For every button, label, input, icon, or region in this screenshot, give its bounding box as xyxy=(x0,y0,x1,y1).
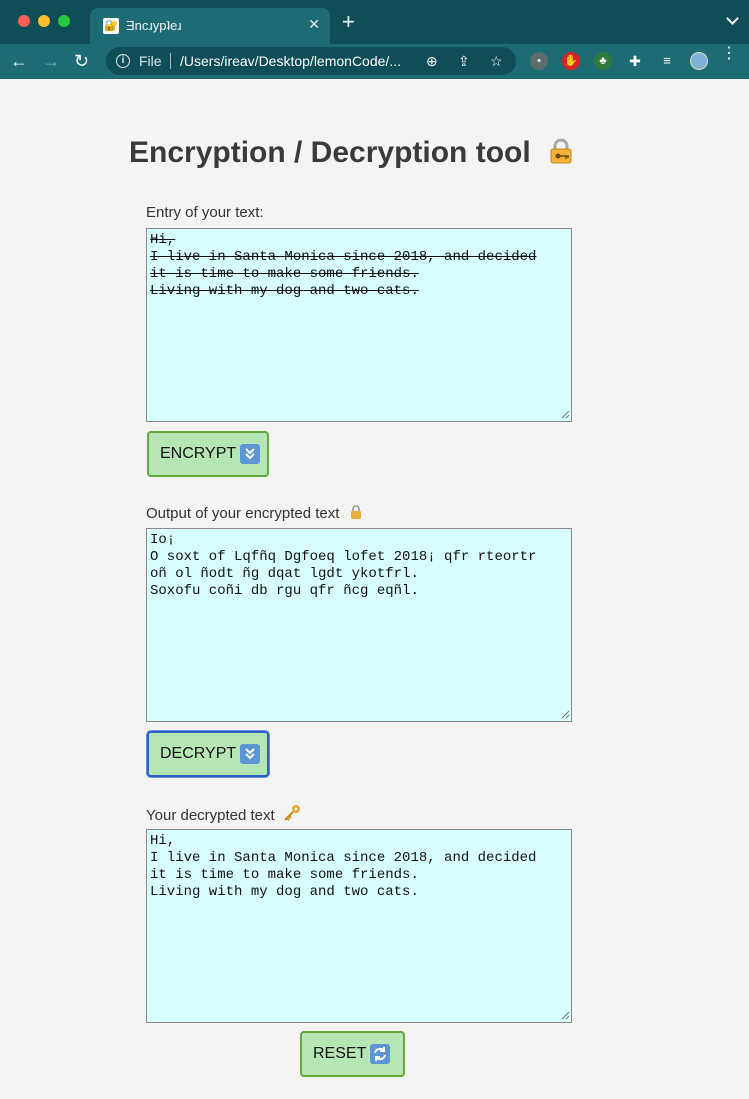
back-button[interactable]: ← xyxy=(10,50,28,72)
resize-grip-icon[interactable] xyxy=(561,710,570,719)
new-tab-button[interactable]: + xyxy=(342,11,355,33)
output-textarea[interactable] xyxy=(146,528,572,722)
output-label: Output of your encrypted text xyxy=(146,504,364,522)
address-url[interactable]: /Users/ireav/Desktop/lemonCode/... xyxy=(180,53,415,69)
minimize-window-button[interactable] xyxy=(38,15,50,27)
page-title: Encryption / Decryption tool xyxy=(129,136,575,170)
bookmark-star-icon[interactable]: ☆ xyxy=(490,52,503,70)
lock-with-key-icon xyxy=(547,137,575,165)
down-arrows-icon xyxy=(240,444,261,464)
profile-avatar[interactable] xyxy=(690,52,708,70)
tree-extension-icon[interactable]: ♣ xyxy=(594,52,612,70)
resize-grip-icon[interactable] xyxy=(561,1011,570,1020)
maximize-window-button[interactable] xyxy=(58,15,70,27)
tab-close-icon[interactable]: ✕ xyxy=(308,16,320,33)
key-icon xyxy=(283,804,300,821)
extensions-puzzle-icon[interactable]: ✚ xyxy=(626,52,644,70)
browser-tab[interactable]: 🔐 Ǝncɹypʇeɹ ✕ xyxy=(90,8,330,44)
encrypt-button-label: ENCRYPT xyxy=(160,445,237,462)
reset-button-label: RESET xyxy=(313,1045,367,1062)
lock-icon xyxy=(348,504,364,520)
info-icon[interactable]: i xyxy=(116,54,130,68)
encrypt-button[interactable]: ENCRYPT xyxy=(147,431,269,477)
decrypted-textarea[interactable] xyxy=(146,829,572,1023)
browser-menu-icon[interactable]: ⋮ xyxy=(721,46,737,62)
reset-button[interactable]: RESET xyxy=(300,1031,405,1077)
tab-title: Ǝncɹypʇeɹ xyxy=(126,18,182,33)
share-icon[interactable]: ⇪ xyxy=(458,52,470,70)
address-scheme-label: File xyxy=(139,53,162,69)
browser-titlebar: 🔐 Ǝncɹypʇeɹ ✕ + xyxy=(0,0,749,44)
reading-list-icon[interactable]: ≡ xyxy=(658,52,676,70)
favicon-icon: 🔐 xyxy=(103,18,119,34)
decrypt-button-label: DECRYPT xyxy=(160,745,237,762)
browser-toolbar: ← → ↻ i File /Users/ireav/Desktop/lemonC… xyxy=(0,44,749,79)
tab-search-chevron-icon[interactable] xyxy=(726,12,739,25)
decrypt-button[interactable]: DECRYPT xyxy=(147,731,269,777)
resize-grip-icon[interactable] xyxy=(561,410,570,419)
adblock-extension-icon[interactable]: ✋ xyxy=(562,52,580,70)
extension-bulb-icon[interactable]: • xyxy=(530,52,548,70)
down-arrows-icon xyxy=(240,744,261,764)
entry-textarea[interactable] xyxy=(146,228,572,422)
refresh-icon xyxy=(370,1044,391,1064)
address-bar[interactable]: i File /Users/ireav/Desktop/lemonCode/..… xyxy=(106,47,516,75)
address-separator xyxy=(170,53,171,69)
decrypted-label: Your decrypted text xyxy=(146,804,300,824)
zoom-icon[interactable]: ⊕ xyxy=(426,52,438,70)
reload-button[interactable]: ↻ xyxy=(74,50,89,72)
close-window-button[interactable] xyxy=(18,15,30,27)
entry-label: Entry of your text: xyxy=(146,204,264,221)
forward-button[interactable]: → xyxy=(42,50,60,72)
